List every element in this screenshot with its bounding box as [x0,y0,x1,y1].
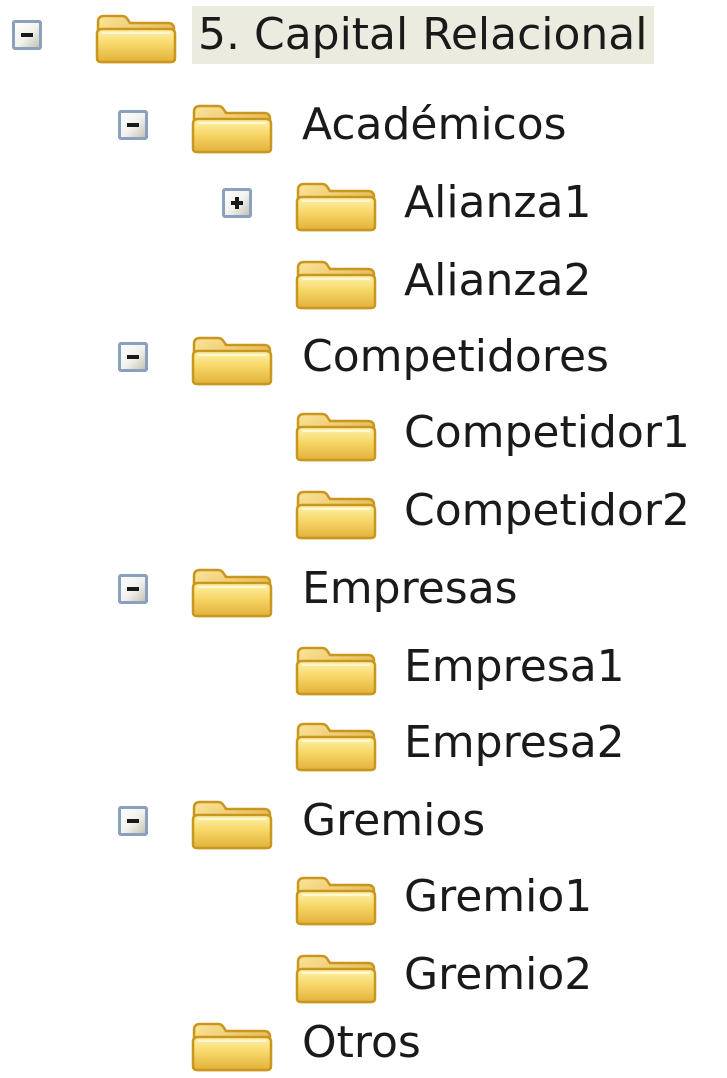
tree-node-empresa2[interactable]: Empresa2 [0,708,727,778]
tree-node-academicos[interactable]: Académicos [0,90,727,160]
tree-node-competidores[interactable]: Competidores [0,322,727,392]
folder-icon [295,260,377,310]
collapse-toggle-icon[interactable] [118,574,148,604]
tree-node-competidor2[interactable]: Competidor2 [0,476,727,546]
folder-icon [191,336,273,386]
folder-icon [295,182,377,232]
tree-node-empresas[interactable]: Empresas [0,554,727,624]
collapse-toggle-icon[interactable] [118,342,148,372]
tree-node-label[interactable]: Otros [296,1014,427,1072]
folder-icon [295,412,377,462]
folder-icon [191,800,273,850]
folder-icon [191,104,273,154]
tree-node-label[interactable]: Competidor2 [398,482,696,540]
tree-node-label[interactable]: Empresas [296,560,524,618]
tree-node-label[interactable]: Gremio2 [398,946,598,1004]
tree-node-label[interactable]: Alianza1 [398,174,597,232]
collapse-toggle-icon[interactable] [12,20,42,50]
tree-node-alianza2[interactable]: Alianza2 [0,246,727,316]
tree-node-gremios[interactable]: Gremios [0,786,727,856]
tree-node-gremio1[interactable]: Gremio1 [0,862,727,932]
folder-icon [295,490,377,540]
folder-icon [295,722,377,772]
tree-node-root[interactable]: 5. Capital Relacional [0,0,727,70]
folder-icon [295,954,377,1004]
folder-open-icon [95,14,177,64]
folder-icon [295,876,377,926]
tree-node-label[interactable]: Empresa2 [398,714,631,772]
collapse-toggle-icon[interactable] [118,110,148,140]
tree-node-label[interactable]: Alianza2 [398,252,597,310]
tree-node-label[interactable]: Académicos [296,96,573,154]
tree-node-label[interactable]: Gremios [296,792,491,850]
folder-icon [191,568,273,618]
tree-node-label[interactable]: 5. Capital Relacional [192,6,654,64]
tree-node-gremio2[interactable]: Gremio2 [0,940,727,1010]
collapse-toggle-icon[interactable] [118,806,148,836]
tree-node-competidor1[interactable]: Competidor1 [0,398,727,468]
tree-node-label[interactable]: Competidor1 [398,404,696,462]
folder-tree: 5. Capital Relacional Académicos Alianza… [0,0,727,1078]
expand-toggle-icon[interactable] [222,188,252,218]
folder-icon [191,1022,273,1072]
folder-icon [295,646,377,696]
tree-node-empresa1[interactable]: Empresa1 [0,632,727,702]
tree-node-otros[interactable]: Otros [0,1008,727,1078]
tree-node-label[interactable]: Empresa1 [398,638,631,696]
tree-node-alianza1[interactable]: Alianza1 [0,168,727,238]
tree-node-label[interactable]: Competidores [296,328,615,386]
tree-node-label[interactable]: Gremio1 [398,868,598,926]
